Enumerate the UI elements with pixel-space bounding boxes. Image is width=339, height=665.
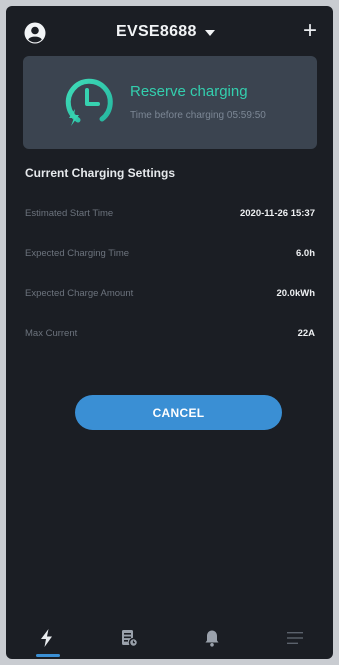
add-device-button[interactable]: + <box>297 18 323 44</box>
charging-countdown: Time before charging 05:59:50 <box>130 110 266 121</box>
scheduled-charging-icon <box>60 73 118 131</box>
active-tab-indicator <box>36 654 60 657</box>
setting-value: 22A <box>297 328 315 339</box>
settings-section-title: Current Charging Settings <box>25 166 176 180</box>
setting-row-max-current: Max Current 22A <box>25 328 315 344</box>
setting-label: Estimated Start Time <box>25 208 114 219</box>
tab-notifications[interactable] <box>182 616 242 659</box>
document-icon <box>122 630 139 648</box>
bell-icon <box>205 630 219 647</box>
device-selector[interactable]: EVSE8688 <box>116 20 215 44</box>
header: EVSE8688 + <box>6 6 333 56</box>
chevron-down-icon <box>204 29 215 36</box>
app-screen: EVSE8688 + Reserve charging Time before … <box>6 6 333 659</box>
cancel-button[interactable]: CANCEL <box>75 395 282 430</box>
status-card: Reserve charging Time before charging 05… <box>23 56 317 149</box>
user-avatar-icon[interactable] <box>24 22 46 44</box>
setting-row-start-time: Estimated Start Time 2020-11-26 15:37 <box>25 208 315 224</box>
tab-menu[interactable] <box>265 616 325 659</box>
setting-label: Expected Charge Amount <box>25 288 134 299</box>
tab-charging[interactable] <box>17 616 77 659</box>
device-name: EVSE8688 <box>116 23 197 40</box>
setting-label: Max Current <box>25 328 78 339</box>
bottom-nav <box>6 616 333 659</box>
setting-row-charging-time: Expected Charging Time 6.0h <box>25 248 315 264</box>
tab-records[interactable] <box>99 616 159 659</box>
menu-icon <box>287 632 303 644</box>
lightning-icon <box>41 629 52 647</box>
charging-status-title: Reserve charging <box>130 83 248 100</box>
setting-value: 20.0kWh <box>276 288 315 299</box>
setting-value: 2020-11-26 15:37 <box>239 208 315 219</box>
setting-row-charge-amount: Expected Charge Amount 20.0kWh <box>25 288 315 304</box>
setting-value: 6.0h <box>295 248 315 259</box>
setting-label: Expected Charging Time <box>25 248 130 259</box>
